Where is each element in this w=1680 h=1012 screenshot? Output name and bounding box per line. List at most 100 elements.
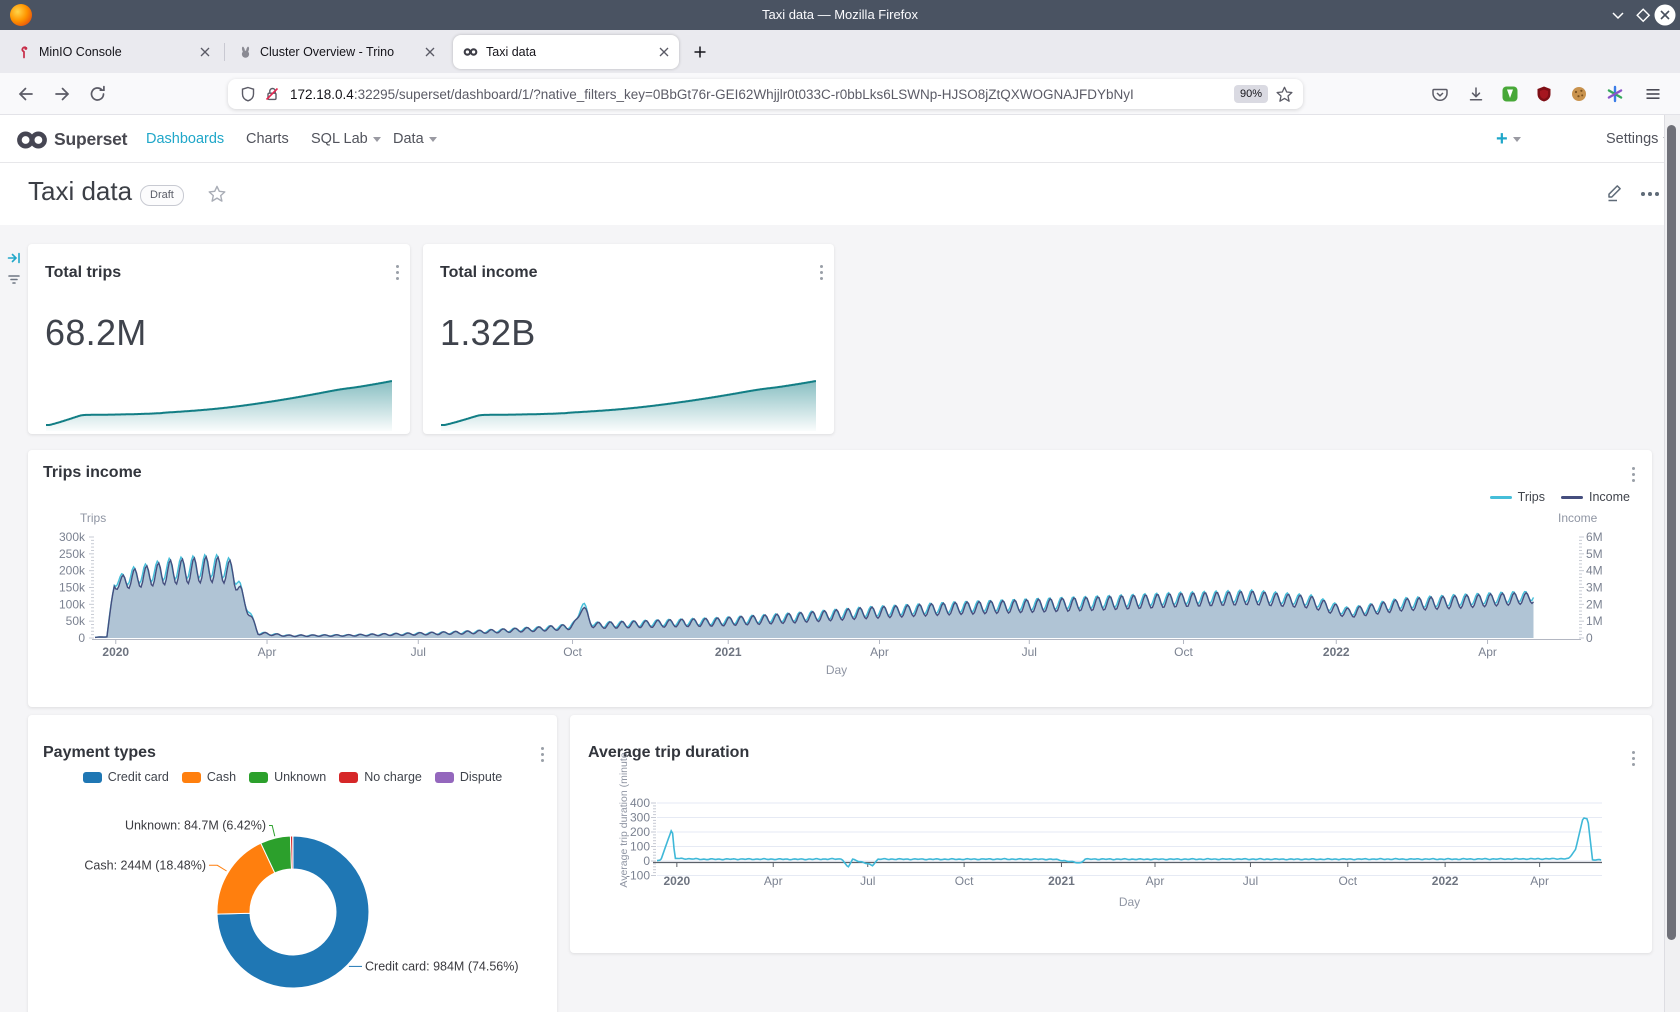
nav-label: SQL Lab: [311, 115, 368, 163]
new-item-button[interactable]: +: [1496, 115, 1521, 163]
expand-filter-bar-icon[interactable]: [7, 251, 21, 265]
menu-button[interactable]: [1641, 82, 1665, 106]
tab-minio-console[interactable]: MinIO Console: [8, 35, 220, 69]
income-area: [95, 557, 1534, 638]
reload-button[interactable]: [86, 82, 110, 106]
settings-menu[interactable]: Settings: [1606, 115, 1671, 163]
callout-leader-line: [269, 826, 275, 837]
pocket-button[interactable]: [1428, 82, 1452, 106]
edit-pencil-icon[interactable]: [1605, 181, 1626, 203]
privacy-badger-icon: [1501, 85, 1519, 103]
superset-logo-icon: [14, 128, 50, 152]
y-right-tick-label: 0: [1586, 631, 1593, 645]
scrollbar-thumb[interactable]: [1667, 125, 1676, 940]
nav-item-data[interactable]: Data: [393, 115, 437, 163]
cookie-extension-button[interactable]: [1567, 82, 1591, 106]
y-left-tick-label: 200k: [59, 564, 86, 578]
x-tick-label: 2020: [663, 874, 690, 888]
trips-income-chart: 2020AprJulOct2021AprJulOct2022AprDay300k…: [28, 450, 1652, 707]
filter-icon[interactable]: [7, 272, 21, 286]
y-left-tick-label: 150k: [59, 581, 86, 595]
card-title: Total trips: [45, 264, 121, 282]
avg-trip-duration-card: Average trip duration 4003002001000-1002…: [570, 715, 1652, 953]
url-path: :32295/superset/dashboard/1/?native_filt…: [354, 87, 1134, 102]
plus-icon: [693, 45, 707, 59]
tab-close-icon[interactable]: [659, 47, 669, 57]
total-trips-sparkline: [46, 377, 392, 431]
nav-item-sql-lab[interactable]: SQL Lab: [311, 115, 381, 163]
chevron-down-icon: [373, 137, 381, 142]
window-maximize-button[interactable]: [1631, 3, 1655, 27]
window-close-button[interactable]: [1653, 3, 1677, 27]
maximize-icon: [1632, 4, 1654, 26]
nav-label: Data: [393, 115, 424, 163]
card-menu-kebab[interactable]: [817, 262, 826, 283]
x-tick-label: Oct: [1174, 645, 1193, 659]
tab-bar: MinIO Console Cluster Overview - Trino T…: [0, 30, 1680, 73]
y-right-tick-label: 2M: [1586, 597, 1603, 611]
minio-favicon: [18, 46, 31, 59]
x-tick-label: Jul: [1022, 645, 1037, 659]
forward-button[interactable]: [50, 82, 74, 106]
superset-brand[interactable]: Superset: [54, 115, 127, 163]
hamburger-icon: [1644, 85, 1662, 103]
url-bar[interactable]: 172.18.0.4:32295/superset/dashboard/1/?n…: [228, 79, 1303, 109]
x-axis-title: Day: [1119, 895, 1140, 909]
new-tab-button[interactable]: [688, 40, 712, 64]
back-button[interactable]: [14, 82, 38, 106]
download-icon: [1467, 85, 1485, 103]
card-title: Total income: [440, 264, 538, 282]
x-tick-label: 2022: [1323, 645, 1350, 659]
nav-label: Dashboards: [146, 115, 224, 163]
x-tick-label: 2021: [1048, 874, 1075, 888]
dashboard-menu-ellipsis[interactable]: [1638, 189, 1662, 199]
favorite-star-icon[interactable]: [208, 185, 226, 203]
zoom-level-badge[interactable]: 90%: [1234, 85, 1268, 103]
nav-item-charts[interactable]: Charts: [246, 115, 289, 163]
tab-cluster-overview-trino[interactable]: Cluster Overview - Trino: [229, 35, 445, 69]
screen: Taxi data — Mozilla Firefox MinIO Consol…: [0, 0, 1680, 1012]
nav-item-dashboards[interactable]: Dashboards: [146, 115, 224, 163]
minimize-icon: [1607, 4, 1629, 26]
asterisk-icon: [1606, 85, 1624, 103]
insecure-lock-icon[interactable]: [264, 86, 280, 102]
donut-callout-label: Cash: 244M (18.48%): [84, 858, 206, 872]
total-income-card: Total income 1.32B: [423, 244, 834, 434]
dashboard-header: Taxi data Draft: [0, 163, 1680, 225]
x-tick-label: Oct: [1338, 874, 1357, 888]
dashboard-body: Total trips 68.2M Total income 1.32B Tri…: [0, 225, 1680, 1012]
forward-icon: [52, 84, 72, 104]
window-minimize-button[interactable]: [1606, 3, 1630, 27]
url-text[interactable]: 172.18.0.4:32295/superset/dashboard/1/?n…: [290, 87, 1234, 102]
card-menu-kebab[interactable]: [393, 262, 402, 283]
x-tick-label: Apr: [258, 645, 277, 659]
tab-close-icon[interactable]: [200, 47, 210, 57]
y-tick-label: 200: [630, 825, 650, 839]
x-tick-label: Apr: [764, 874, 783, 888]
asterisk-extension-button[interactable]: [1603, 82, 1627, 106]
window-titlebar: Taxi data — Mozilla Firefox: [0, 0, 1680, 30]
y-left-tick-label: 250k: [59, 547, 86, 561]
url-host: 172.18.0.4: [290, 87, 354, 102]
downloads-button[interactable]: [1464, 82, 1488, 106]
ublock-extension-button[interactable]: [1532, 82, 1556, 106]
plus-icon: +: [1496, 115, 1508, 163]
tab-close-icon[interactable]: [425, 47, 435, 57]
tab-taxi-data[interactable]: Taxi data: [453, 35, 679, 69]
y-tick-label: 100: [630, 840, 650, 854]
browser-toolbar: 172.18.0.4:32295/superset/dashboard/1/?n…: [0, 73, 1680, 115]
privacy-badger-extension-button[interactable]: [1498, 82, 1522, 106]
y-tick-label: 300: [630, 811, 650, 825]
x-tick-label: 2020: [102, 645, 129, 659]
tab-title: Cluster Overview - Trino: [260, 45, 425, 59]
chevron-down-icon: [429, 137, 437, 142]
tracking-shield-icon[interactable]: [240, 86, 256, 102]
x-tick-label: Jul: [1243, 874, 1258, 888]
tab-title: MinIO Console: [39, 45, 200, 59]
tab-title: Taxi data: [486, 45, 659, 59]
y-right-tick-label: 5M: [1586, 547, 1603, 561]
bookmark-star-icon[interactable]: [1276, 86, 1293, 103]
back-icon: [16, 84, 36, 104]
total-trips-card: Total trips 68.2M: [28, 244, 410, 434]
x-tick-label: Jul: [411, 645, 426, 659]
